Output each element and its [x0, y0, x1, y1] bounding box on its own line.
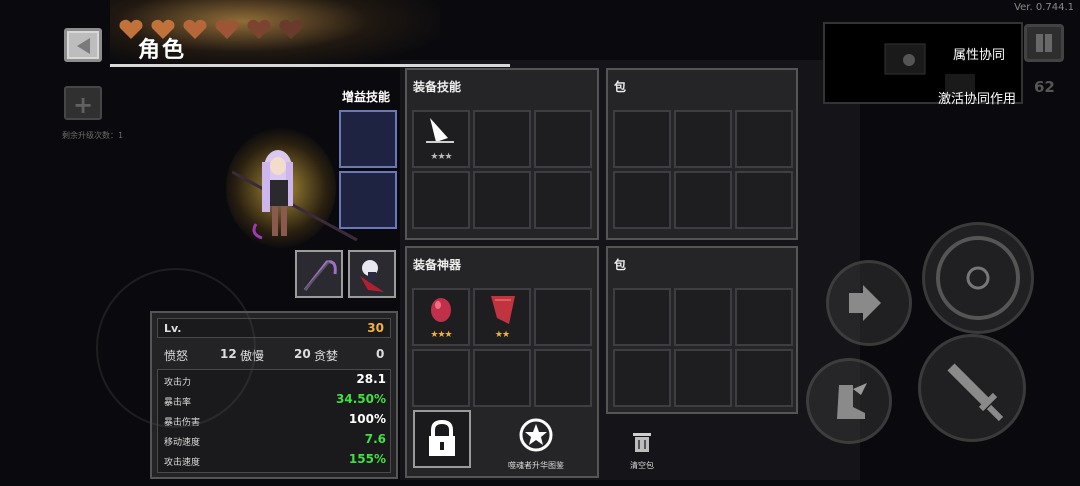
skill-slot[interactable] — [473, 110, 531, 168]
upgrade-count: 剩余升级次数：1 — [62, 131, 124, 140]
skill-button[interactable] — [922, 222, 1034, 334]
attribute-row: 攻击速度 155% — [164, 450, 386, 470]
skill-slot[interactable] — [412, 171, 470, 229]
artifact-grid: ★★★ ★★ — [412, 288, 592, 407]
companion-slot[interactable] — [348, 250, 396, 298]
buff-skills-label: 增益技能 — [342, 90, 391, 104]
sword-slash-icon — [426, 118, 454, 143]
skill-slot[interactable] — [534, 110, 592, 168]
equipped-skills-panel: 装备技能 ★★★ — [405, 68, 599, 240]
panel-title: 包 — [614, 80, 627, 94]
attribute-value: 7.6 — [364, 432, 386, 446]
star-rating: ★★ — [494, 330, 510, 340]
star-rating: ★★★ — [430, 330, 452, 340]
bag-slot[interactable] — [735, 288, 793, 346]
artifact-slot[interactable]: ★★★ — [412, 288, 470, 346]
level-value: 30 — [367, 321, 384, 335]
heart-icon — [279, 19, 303, 39]
title-underline — [110, 64, 510, 67]
skill-slot[interactable] — [534, 171, 592, 229]
sin-value: 20 — [294, 347, 311, 361]
pause-button[interactable] — [1024, 24, 1064, 62]
activate-synergy-button[interactable]: 激活协同作用 — [938, 88, 1016, 107]
artifact-slot[interactable] — [473, 349, 531, 407]
upgrade-button[interactable]: + — [64, 86, 102, 120]
attribute-value: 28.1 — [356, 372, 386, 386]
codex-button[interactable]: 噬魂者升华图鉴 — [505, 418, 567, 471]
heart-icon — [215, 19, 239, 39]
bag-slot[interactable] — [674, 171, 732, 229]
bag-slot[interactable] — [674, 110, 732, 168]
dash-button[interactable] — [826, 260, 912, 346]
sin-value: 0 — [376, 347, 385, 361]
artifact-slot[interactable] — [534, 288, 592, 346]
artifact-slot[interactable] — [534, 349, 592, 407]
bag-slot[interactable] — [735, 110, 793, 168]
panel-title: 装备技能 — [413, 80, 462, 94]
panel-title: 包 — [614, 258, 627, 272]
dash-arrow-icon — [849, 285, 881, 321]
trash-icon — [633, 433, 651, 452]
version-label: Ver. 0.744.1 — [1014, 2, 1074, 13]
boot-skill-button[interactable] — [806, 358, 892, 444]
red-cape-icon — [491, 296, 515, 324]
bag-grid — [613, 110, 793, 229]
sun-icon — [936, 236, 1020, 320]
sword-icon — [947, 363, 1004, 422]
bag-slot[interactable] — [613, 171, 671, 229]
clear-bag-button[interactable]: 清空包 — [624, 430, 660, 471]
back-button[interactable] — [64, 28, 102, 62]
winged-boot-icon — [837, 383, 867, 419]
attack-button[interactable] — [918, 334, 1026, 442]
bag-slot[interactable] — [735, 349, 793, 407]
plus-icon: + — [72, 91, 94, 119]
skill-slot[interactable]: ★★★ — [412, 110, 470, 168]
skill-slot[interactable] — [473, 171, 531, 229]
bag-slot[interactable] — [613, 288, 671, 346]
bag-slot[interactable] — [735, 171, 793, 229]
virtual-joystick[interactable] — [96, 268, 256, 428]
lock-icon — [429, 419, 455, 456]
attribute-value: 155% — [348, 452, 386, 466]
attribute-value: 34.50% — [336, 392, 386, 406]
artifact-slot[interactable]: ★★ — [473, 288, 531, 346]
attribute-row: 移动速度 7.6 — [164, 430, 386, 450]
attribute-synergy-button[interactable]: 属性协同 — [953, 44, 1005, 63]
red-gem-icon — [431, 298, 451, 322]
sin-name: 贪婪 — [314, 349, 339, 363]
bag-slot[interactable] — [613, 349, 671, 407]
bag-slot[interactable] — [674, 288, 732, 346]
scythe-icon — [303, 260, 337, 291]
bag-slot[interactable] — [613, 110, 671, 168]
back-arrow-icon — [77, 38, 90, 54]
skill-bag-panel: 包 — [606, 68, 798, 240]
bag-slot[interactable] — [674, 349, 732, 407]
star-circle-icon — [519, 418, 553, 452]
bag-grid — [613, 288, 793, 407]
lock-button[interactable] — [413, 410, 471, 468]
attribute-name: 攻击速度 — [164, 458, 201, 468]
star-rating: ★★★ — [430, 152, 452, 162]
attribute-name: 移动速度 — [164, 438, 201, 448]
coin-count: 62 — [1034, 78, 1055, 96]
page-title: 角色 — [138, 38, 187, 63]
character-sprite — [232, 150, 358, 242]
weapon-slot[interactable] — [295, 250, 343, 298]
artifact-slot[interactable] — [412, 349, 470, 407]
attribute-value: 100% — [348, 412, 386, 426]
heart-icon — [247, 19, 271, 39]
skill-grid: ★★★ — [412, 110, 592, 229]
companion-icon — [360, 260, 384, 292]
codex-label: 噬魂者升华图鉴 — [508, 461, 564, 470]
clear-bag-label: 清空包 — [630, 461, 654, 470]
panel-title: 装备神器 — [413, 258, 462, 272]
artifact-bag-panel: 包 — [606, 246, 798, 414]
